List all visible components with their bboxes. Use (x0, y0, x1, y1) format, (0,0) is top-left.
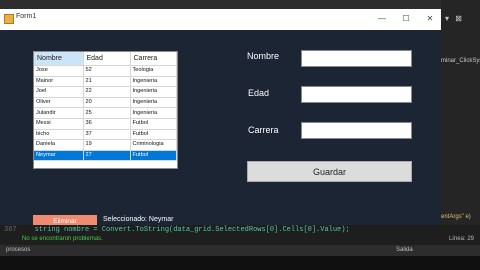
table-row[interactable]: bicho 37 Futbol (34, 129, 177, 141)
cell-edad[interactable]: 22 (83, 86, 131, 98)
cell-carrera[interactable]: Ingenieria (130, 97, 177, 109)
nombre-label: Nombre (247, 51, 280, 61)
line-indicator: Línea: 29 (448, 236, 474, 242)
no-problems-text: No se encontraron problemas. (22, 236, 103, 242)
table-row[interactable]: Mainor 21 Ingenieria (34, 76, 177, 88)
cell-nombre[interactable]: Oliver (34, 97, 84, 109)
carrera-label: Carrera (248, 125, 279, 135)
data-grid[interactable]: Nombre Edad Carrera Jose 52 Teologia Mai… (33, 51, 178, 169)
taskbar (0, 256, 480, 270)
cell-carrera[interactable]: Ingenieria (130, 76, 177, 88)
cell-nombre[interactable]: Joel (34, 86, 84, 98)
close-icon[interactable]: ✕ (417, 9, 443, 30)
guardar-button[interactable]: Guardar (247, 161, 412, 182)
table-row[interactable]: Jose 52 Teologia (34, 65, 177, 77)
app-icon (4, 14, 14, 24)
title-bar: Form1 — ☐ ✕ (0, 9, 441, 30)
table-row[interactable]: Daniela 19 Criminologia (34, 139, 177, 151)
table-row[interactable]: Oliver 20 Ingenieria (34, 97, 177, 109)
cell-carrera[interactable]: Futbol (130, 129, 177, 141)
maximize-icon[interactable]: ☐ (393, 9, 419, 30)
cell-nombre[interactable]: bicho (34, 129, 84, 141)
edad-label: Edad (248, 88, 270, 98)
form-window: Form1 — ☐ ✕ Nombre Edad Carrera Jose 52 (0, 9, 441, 228)
table-row[interactable]: Julandir 25 Ingenieria (34, 107, 177, 119)
cell-edad[interactable]: 21 (83, 76, 131, 88)
output-panel-header: procesos Salida (0, 245, 480, 256)
output-title[interactable]: Salida (396, 245, 413, 256)
table-row[interactable]: Messi 36 Futbol (34, 118, 177, 130)
cell-nombre[interactable]: Daniela (34, 139, 84, 151)
editor-status-line: No se encontraron problemas. Línea: 29 (0, 233, 480, 245)
ide-side-panel (441, 0, 480, 238)
ide-panel-icons[interactable]: ▾ ⊠ (445, 14, 464, 23)
cell-carrera[interactable]: Teologia (130, 65, 177, 77)
cell-nombre[interactable]: Jose (34, 65, 84, 77)
ide-side-code: entArgs" e) (441, 214, 471, 220)
cell-nombre[interactable]: Messi (34, 118, 84, 130)
column-header-carrera[interactable]: Carrera (130, 52, 177, 66)
cell-edad[interactable]: 25 (83, 107, 131, 119)
table-row-selected[interactable]: Neymar 27 Futbol (34, 150, 177, 162)
cell-edad[interactable]: 19 (83, 139, 131, 151)
table-row[interactable]: Joel 22 Ingenieria (34, 86, 177, 98)
carrera-input[interactable] (301, 122, 412, 139)
window-title: Form1 (16, 13, 37, 20)
nombre-input[interactable] (301, 50, 412, 67)
cell-carrera[interactable]: Futbol (130, 150, 177, 162)
minimize-icon[interactable]: — (369, 9, 395, 30)
cell-nombre[interactable]: Mainor (34, 76, 84, 88)
cell-edad[interactable]: 36 (83, 118, 131, 130)
column-header-edad[interactable]: Edad (83, 52, 131, 66)
cell-edad[interactable]: 27 (83, 150, 131, 162)
form-client-area: Nombre Edad Carrera Jose 52 Teologia Mai… (0, 30, 441, 228)
cell-carrera[interactable]: Ingenieria (130, 107, 177, 119)
cell-edad[interactable]: 52 (83, 65, 131, 77)
cell-edad[interactable]: 20 (83, 97, 131, 109)
selection-label: Seleccionado: Neymar (103, 216, 174, 223)
cell-nombre[interactable]: Julandir (34, 107, 84, 119)
cell-carrera[interactable]: Futbol (130, 118, 177, 130)
ide-side-text: minar_ClickSys (441, 58, 480, 64)
output-label: procesos (6, 247, 31, 253)
cell-nombre[interactable]: Neymar (34, 150, 84, 162)
edad-input[interactable] (301, 86, 412, 103)
cell-edad[interactable]: 37 (83, 129, 131, 141)
column-header-nombre[interactable]: Nombre (34, 52, 84, 66)
cell-carrera[interactable]: Criminologia (130, 139, 177, 151)
cell-carrera[interactable]: Ingenieria (130, 86, 177, 98)
